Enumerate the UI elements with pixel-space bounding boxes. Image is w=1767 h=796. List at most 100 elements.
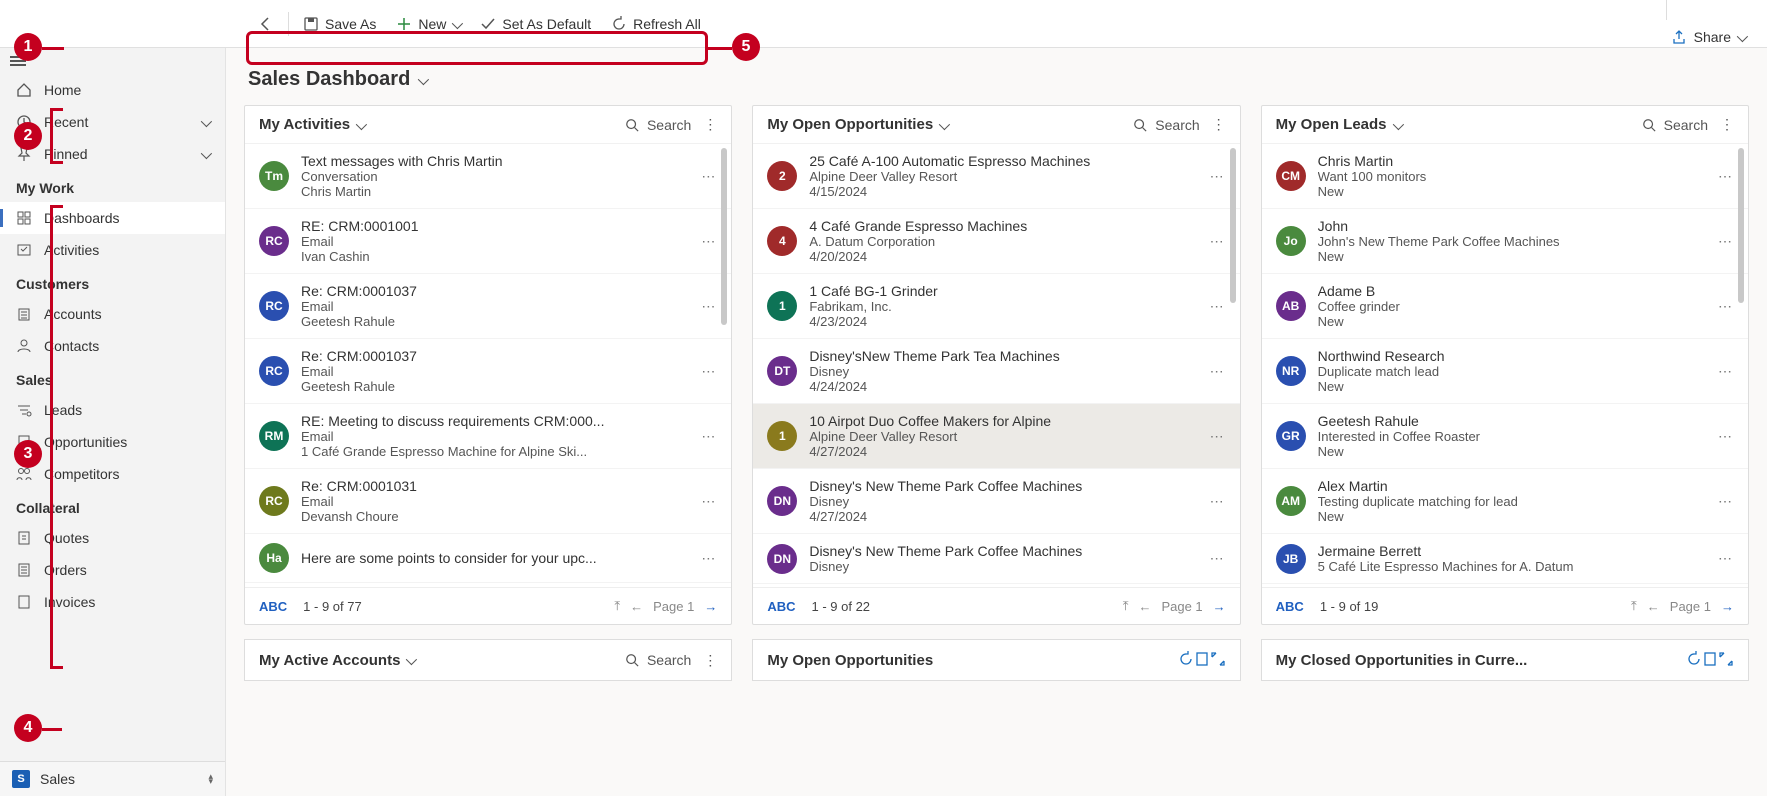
- row-more-icon[interactable]: ⋯: [1716, 363, 1734, 380]
- row-more-icon[interactable]: ⋯: [699, 233, 717, 250]
- save-as-button[interactable]: Save As: [293, 10, 386, 38]
- refresh-icon[interactable]: [1686, 651, 1702, 670]
- more-icon[interactable]: ⋮: [1212, 116, 1226, 133]
- more-icon[interactable]: ⋮: [703, 652, 717, 669]
- chevron-down-icon[interactable]: [1393, 117, 1401, 133]
- row-more-icon[interactable]: ⋯: [1208, 168, 1226, 185]
- search-button[interactable]: Search: [1133, 117, 1199, 133]
- row-subtitle: Disney: [809, 559, 1195, 574]
- row-title: Re: CRM:0001037: [301, 283, 687, 299]
- row-more-icon[interactable]: ⋯: [1716, 493, 1734, 510]
- search-button[interactable]: Search: [1642, 117, 1708, 133]
- first-page-icon[interactable]: ⤒: [1631, 598, 1637, 614]
- list-item[interactable]: RC Re: CRM:0001037 Email Geetesh Rahule …: [245, 274, 731, 339]
- row-more-icon[interactable]: ⋯: [1716, 550, 1734, 567]
- abc-filter[interactable]: ABC: [259, 599, 287, 614]
- row-more-icon[interactable]: ⋯: [1716, 233, 1734, 250]
- row-more-icon[interactable]: ⋯: [699, 550, 717, 567]
- row-more-icon[interactable]: ⋯: [1716, 168, 1734, 185]
- chevron-down-icon[interactable]: [406, 652, 414, 668]
- row-more-icon[interactable]: ⋯: [1716, 428, 1734, 445]
- list-item[interactable]: RM RE: Meeting to discuss requirements C…: [245, 404, 731, 469]
- new-button[interactable]: New: [386, 10, 470, 38]
- row-more-icon[interactable]: ⋯: [1208, 428, 1226, 445]
- row-more-icon[interactable]: ⋯: [699, 168, 717, 185]
- card-title[interactable]: My Active Accounts: [259, 652, 400, 669]
- first-page-icon[interactable]: ⤒: [614, 598, 620, 614]
- list-item[interactable]: 1 10 Airpot Duo Coffee Makers for Alpine…: [753, 404, 1239, 469]
- list-item[interactable]: Jo John John's New Theme Park Coffee Mac…: [1262, 209, 1748, 274]
- expand-icon[interactable]: [1718, 651, 1734, 670]
- nav-accounts[interactable]: Accounts: [0, 298, 225, 330]
- set-default-button[interactable]: Set As Default: [470, 10, 601, 38]
- invoices-icon: [16, 594, 32, 610]
- row-more-icon[interactable]: ⋯: [1208, 298, 1226, 315]
- more-icon[interactable]: ⋮: [1720, 116, 1734, 133]
- list-item[interactable]: DN Disney's New Theme Park Coffee Machin…: [753, 469, 1239, 534]
- abc-filter[interactable]: ABC: [767, 599, 795, 614]
- row-more-icon[interactable]: ⋯: [1208, 493, 1226, 510]
- row-more-icon[interactable]: ⋯: [699, 493, 717, 510]
- list-item[interactable]: 2 25 Café A-100 Automatic Espresso Machi…: [753, 144, 1239, 209]
- nav-contacts[interactable]: Contacts: [0, 330, 225, 362]
- next-page-icon[interactable]: →: [1721, 599, 1734, 614]
- row-more-icon[interactable]: ⋯: [1716, 298, 1734, 315]
- row-tertiary: 4/15/2024: [809, 184, 1195, 199]
- list-item[interactable]: Tm Text messages with Chris Martin Conve…: [245, 144, 731, 209]
- row-subtitle: 5 Café Lite Espresso Machines for A. Dat…: [1318, 559, 1704, 574]
- refresh-all-button[interactable]: Refresh All: [601, 10, 711, 38]
- list-item[interactable]: Ha Here are some points to consider for …: [245, 534, 731, 583]
- records-icon[interactable]: [1194, 651, 1210, 670]
- list-item[interactable]: JB Jermaine Berrett 5 Café Lite Espresso…: [1262, 534, 1748, 584]
- nav-orders[interactable]: Orders: [0, 554, 225, 586]
- expand-icon[interactable]: [1210, 651, 1226, 670]
- refresh-icon[interactable]: [1178, 651, 1194, 670]
- list-item[interactable]: RC Re: CRM:0001031 Email Devansh Choure …: [245, 469, 731, 534]
- page-title[interactable]: Sales Dashboard: [248, 68, 1749, 91]
- search-button[interactable]: Search: [625, 652, 691, 668]
- nav-quotes[interactable]: Quotes: [0, 522, 225, 554]
- nav-leads[interactable]: Leads: [0, 394, 225, 426]
- list-item[interactable]: AM Alex Martin Testing duplicate matchin…: [1262, 469, 1748, 534]
- abc-filter[interactable]: ABC: [1276, 599, 1304, 614]
- nav-activities[interactable]: Activities: [0, 234, 225, 266]
- row-more-icon[interactable]: ⋯: [699, 428, 717, 445]
- row-more-icon[interactable]: ⋯: [699, 363, 717, 380]
- first-page-icon[interactable]: ⤒: [1123, 598, 1129, 614]
- search-button[interactable]: Search: [625, 117, 691, 133]
- nav-invoices[interactable]: Invoices: [0, 586, 225, 618]
- list-item[interactable]: GR Geetesh Rahule Interested in Coffee R…: [1262, 404, 1748, 469]
- nav-home[interactable]: Home: [0, 74, 225, 106]
- list-item[interactable]: AB Adame B Coffee grinder New ⋯: [1262, 274, 1748, 339]
- chevron-down-icon[interactable]: [356, 117, 364, 133]
- prev-page-icon[interactable]: ←: [1647, 599, 1660, 614]
- list-item[interactable]: 1 1 Café BG-1 Grinder Fabrikam, Inc. 4/2…: [753, 274, 1239, 339]
- prev-page-icon[interactable]: ←: [1138, 599, 1151, 614]
- list-item[interactable]: CM Chris Martin Want 100 monitors New ⋯: [1262, 144, 1748, 209]
- row-more-icon[interactable]: ⋯: [1208, 550, 1226, 567]
- next-page-icon[interactable]: →: [1213, 599, 1226, 614]
- list-item[interactable]: RC RE: CRM:0001001 Email Ivan Cashin ⋯: [245, 209, 731, 274]
- list-item[interactable]: 4 4 Café Grande Espresso Machines A. Dat…: [753, 209, 1239, 274]
- row-more-icon[interactable]: ⋯: [699, 298, 717, 315]
- more-icon[interactable]: ⋮: [703, 116, 717, 133]
- card-title[interactable]: My Open Opportunities: [767, 116, 933, 133]
- row-title: Disney's New Theme Park Coffee Machines: [809, 543, 1195, 559]
- nav-dashboards[interactable]: Dashboards: [0, 202, 225, 234]
- next-page-icon[interactable]: →: [704, 599, 717, 614]
- records-icon[interactable]: [1702, 651, 1718, 670]
- row-more-icon[interactable]: ⋯: [1208, 233, 1226, 250]
- list-item[interactable]: DN Disney's New Theme Park Coffee Machin…: [753, 534, 1239, 584]
- row-tertiary: 4/27/2024: [809, 509, 1195, 524]
- card-title[interactable]: My Activities: [259, 116, 350, 133]
- share-button[interactable]: Share: [1662, 23, 1755, 51]
- area-switcher[interactable]: S Sales ▴▾: [0, 761, 225, 796]
- prev-page-icon[interactable]: ←: [630, 599, 643, 614]
- chevron-down-icon[interactable]: [939, 117, 947, 133]
- back-button[interactable]: [248, 10, 284, 38]
- list-item[interactable]: NR Northwind Research Duplicate match le…: [1262, 339, 1748, 404]
- list-item[interactable]: DT Disney'sNew Theme Park Tea Machines D…: [753, 339, 1239, 404]
- list-item[interactable]: RC Re: CRM:0001037 Email Geetesh Rahule …: [245, 339, 731, 404]
- card-title[interactable]: My Open Leads: [1276, 116, 1387, 133]
- row-more-icon[interactable]: ⋯: [1208, 363, 1226, 380]
